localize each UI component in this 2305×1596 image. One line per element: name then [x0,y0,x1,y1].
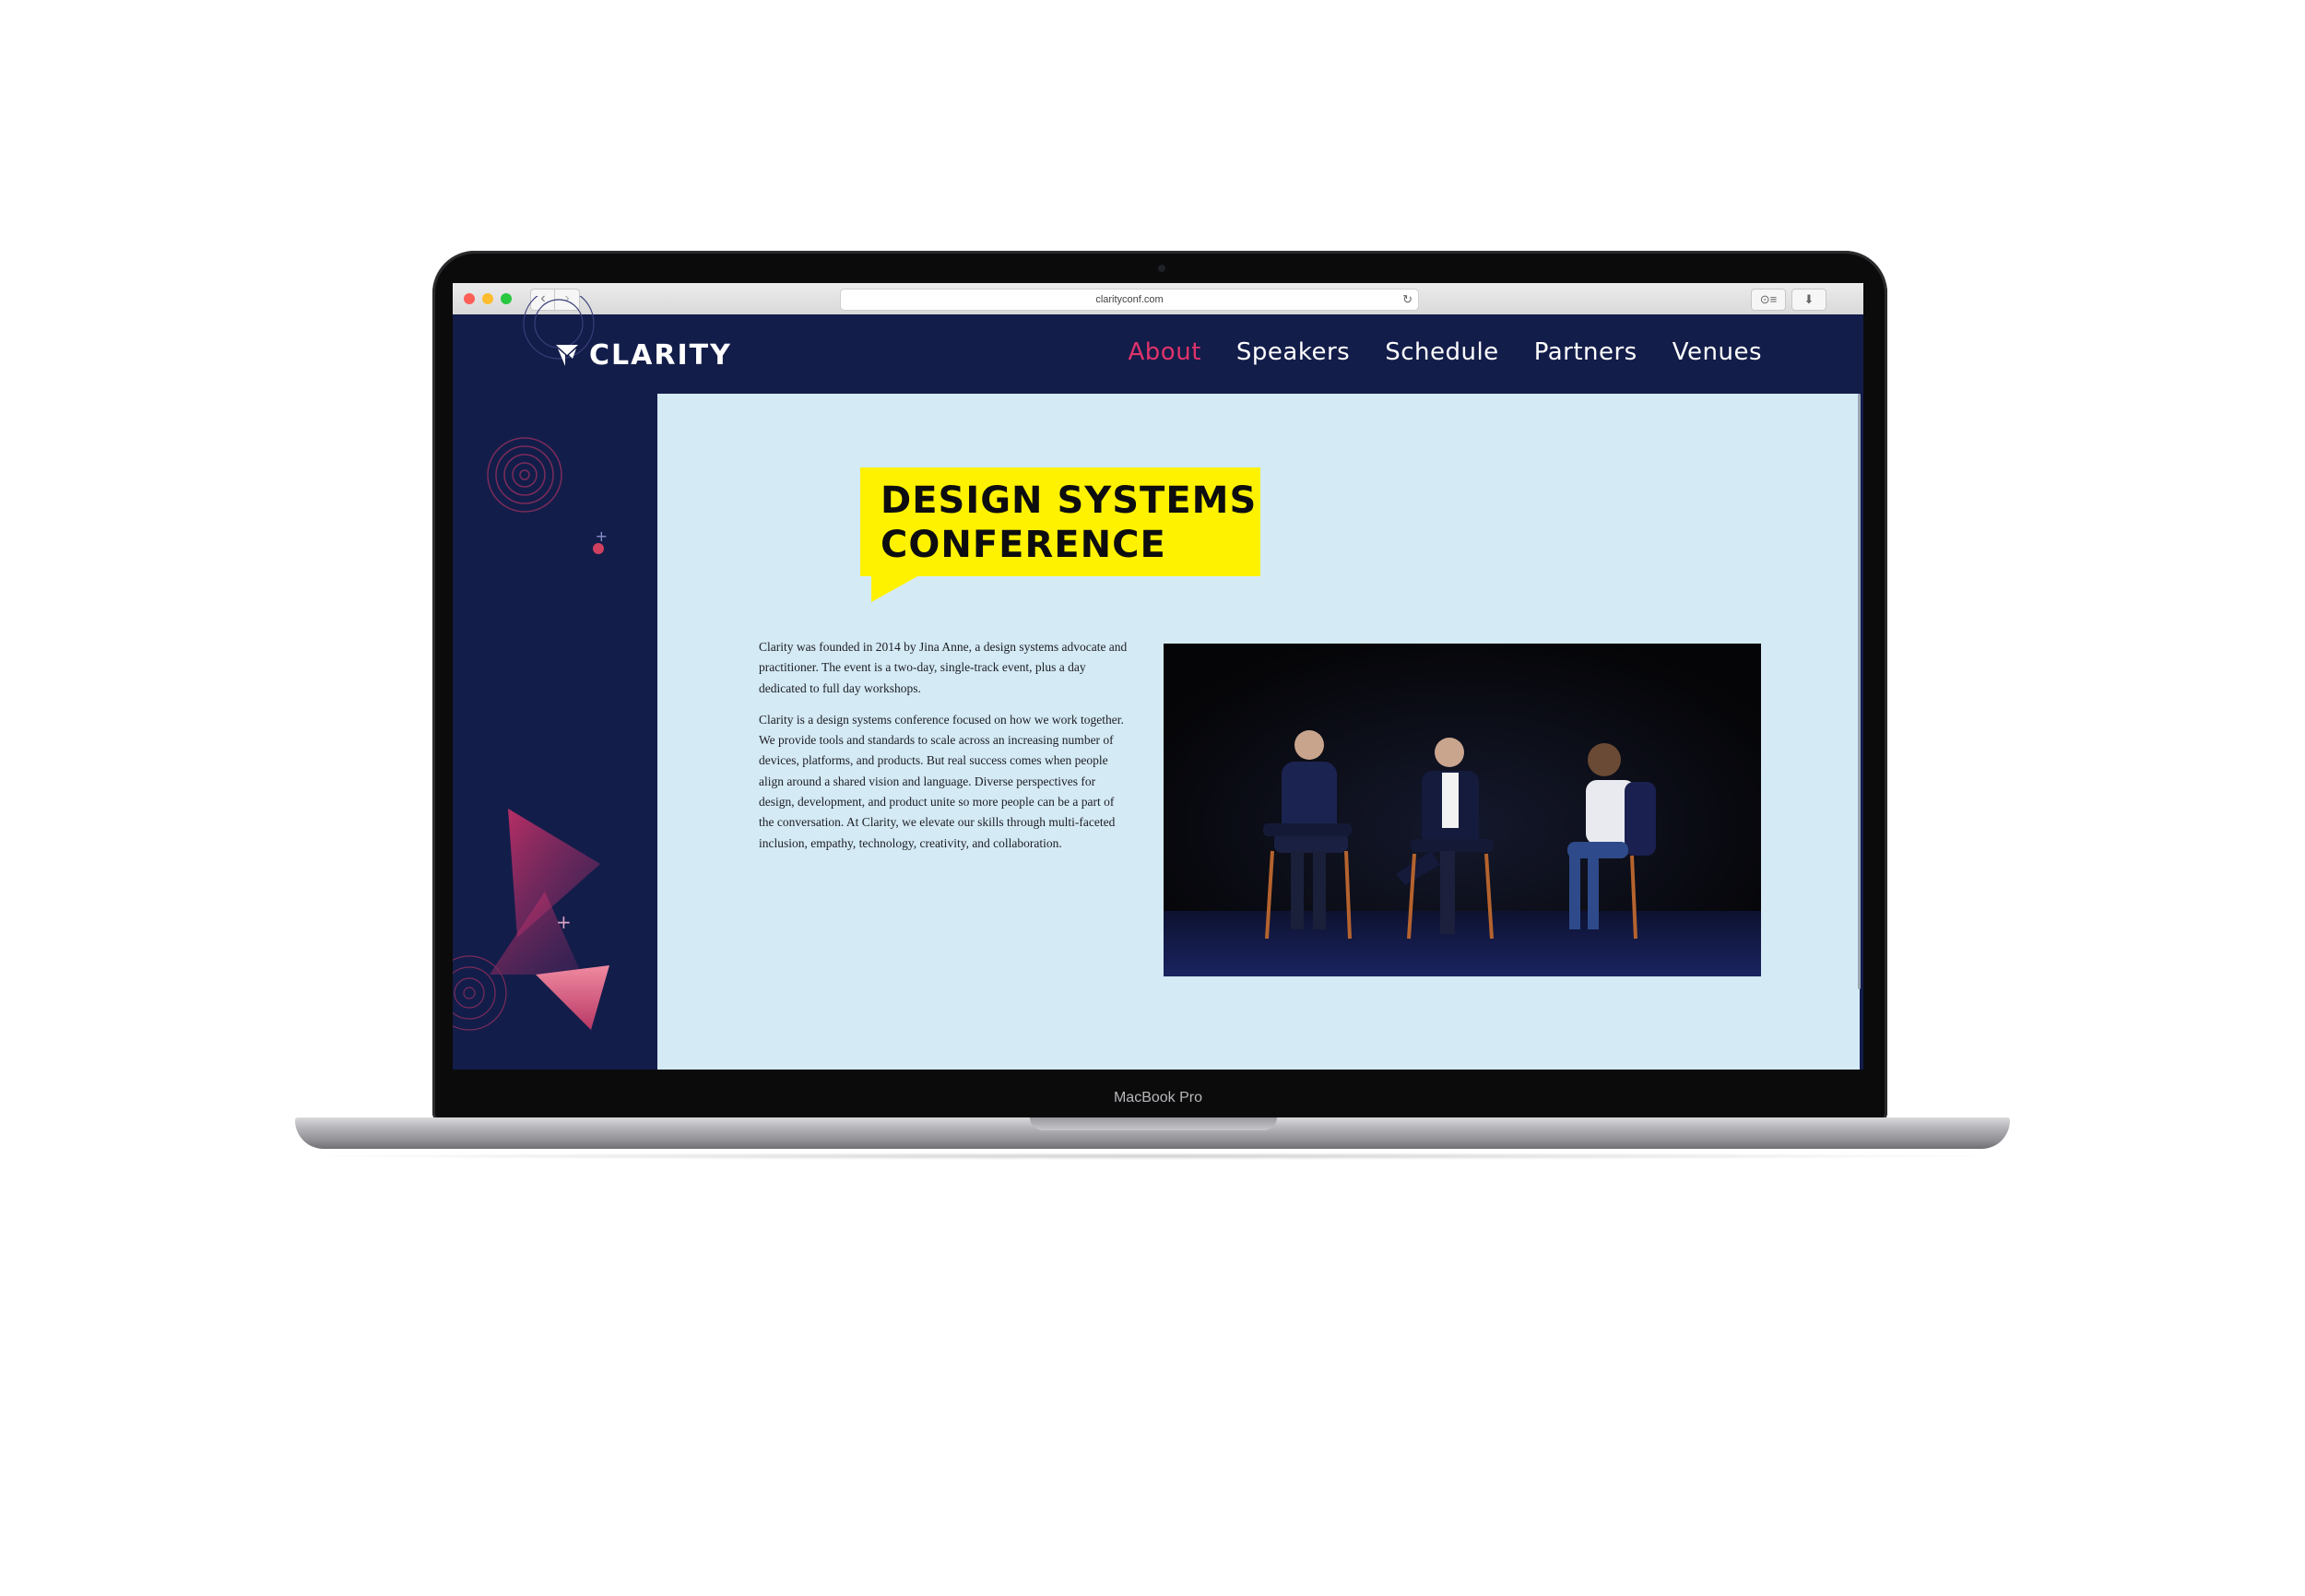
intro-paragraph-2: Clarity is a design systems conference f… [759,712,1124,850]
left-sidebar: + + [453,394,657,1070]
intro-text: Clarity was founded in 2014 by Jina Anne… [759,637,1128,865]
laptop-model-label: MacBook Pro [1113,1090,1203,1105]
conference-video[interactable] [1164,644,1761,976]
close-window-button[interactable] [464,293,475,304]
laptop-notch [1030,1117,1277,1130]
nav-schedule[interactable]: Schedule [1385,338,1498,366]
nav-partners[interactable]: Partners [1534,338,1637,366]
page-title-line-1: DESIGN SYSTEMS [881,479,1258,522]
logo-text: CLARITY [589,338,732,372]
minimize-window-button[interactable] [482,293,493,304]
badge-tail [871,574,921,602]
browser-toolbar: ‹ › clarityconf.com ↻ ⊙≡ ⬇ [453,283,1863,315]
main-navigation: About Speakers Schedule Partners Venues [1129,338,1762,366]
laptop-shadow [277,1153,2028,1160]
nav-speakers[interactable]: Speakers [1236,338,1350,366]
sidebar-triangles-decoration: + [453,809,609,1031]
download-icon[interactable]: ⬇ [1791,289,1826,311]
page-title: DESIGN SYSTEMS CONFERENCE [881,479,1259,567]
reload-icon[interactable]: ↻ [1402,290,1413,310]
svg-text:+: + [596,527,608,545]
camera-icon [1158,265,1165,272]
address-bar-text: clarityconf.com [1095,294,1164,305]
svg-text:+: + [556,911,572,933]
reader-icon[interactable]: ⊙≡ [1751,289,1786,311]
clarity-logo-icon [556,345,578,366]
site-logo[interactable]: CLARITY [554,338,732,372]
nav-venues[interactable]: Venues [1673,338,1762,366]
page-title-line-2: CONFERENCE [881,524,1166,566]
site-header: CLARITY About Speakers Schedule Partners… [453,296,1863,394]
intro-paragraph-1: Clarity was founded in 2014 by Jina Anne… [759,640,1128,695]
sidebar-circles-decoration: + [487,437,608,554]
nav-about[interactable]: About [1129,338,1201,366]
address-bar[interactable]: clarityconf.com ↻ [840,289,1419,311]
page-scrollbar[interactable] [1858,394,1861,989]
